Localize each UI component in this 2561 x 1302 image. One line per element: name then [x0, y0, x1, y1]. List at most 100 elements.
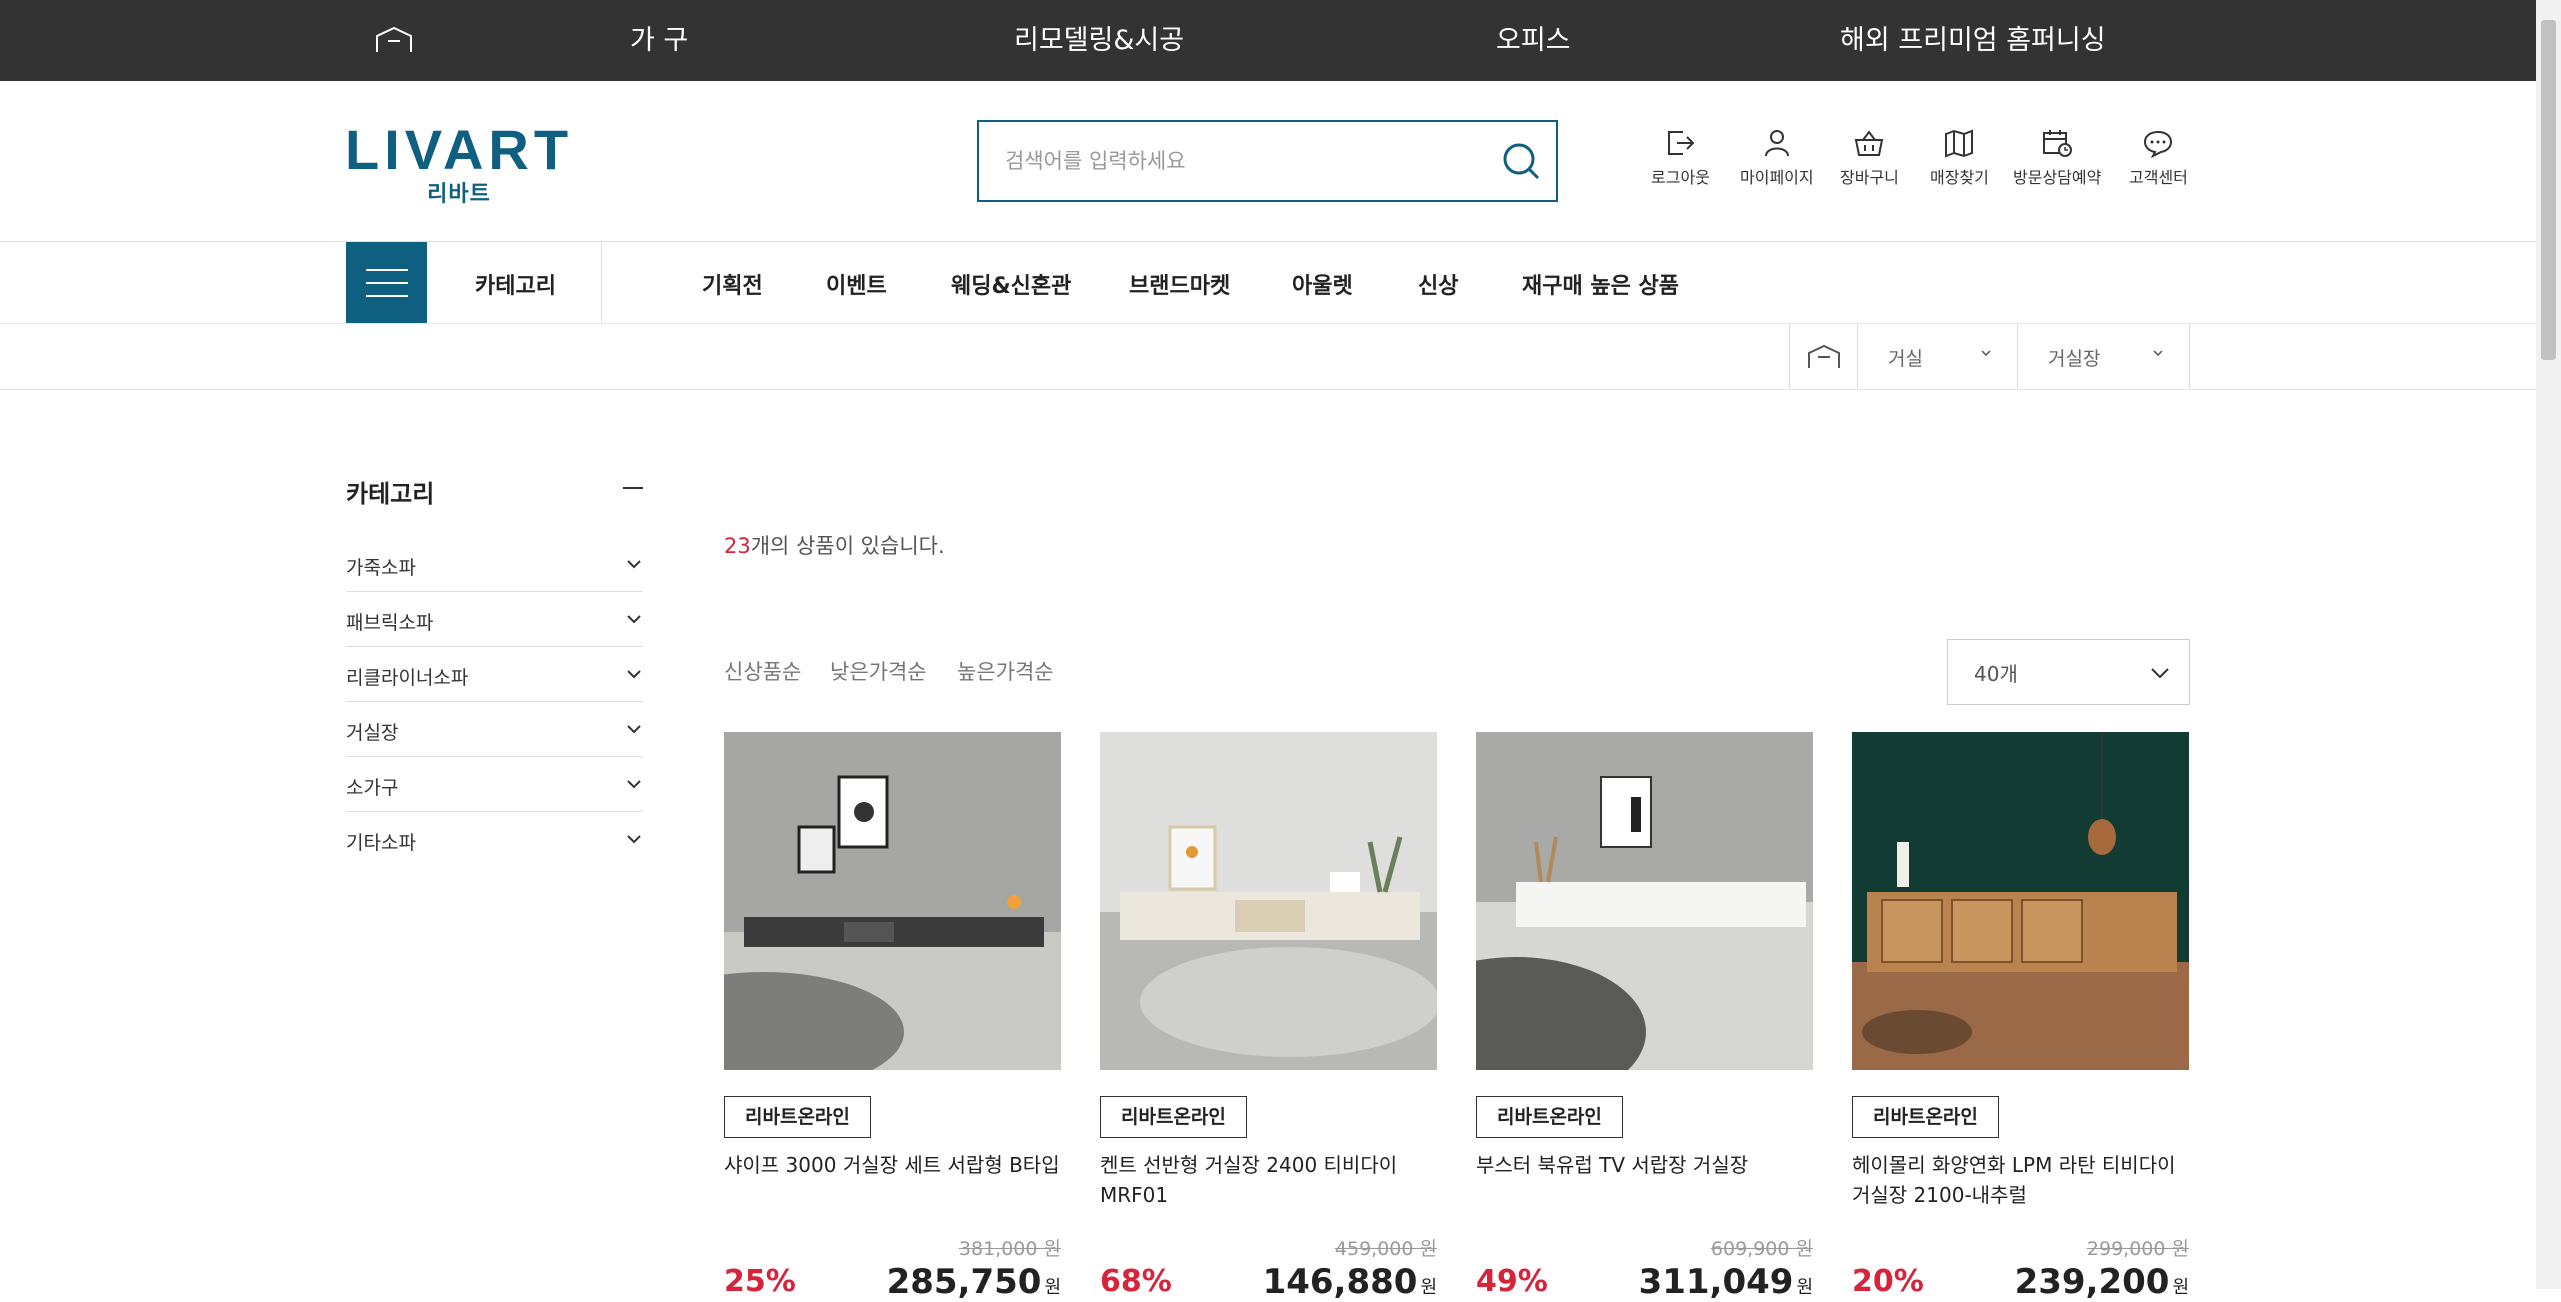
collapse-icon[interactable]: [623, 487, 643, 489]
logo-wordmark: LIVART: [345, 118, 574, 181]
home-icon: [1808, 344, 1840, 368]
product-name[interactable]: 켄트 선반형 거실장 2400 티비다이 MRF01: [1100, 1150, 1437, 1210]
nav-item-brand-market[interactable]: 브랜드마켓: [1129, 268, 1230, 300]
sidebar-item-label: 거실장: [346, 722, 399, 744]
user-icon: [1764, 130, 1789, 157]
sidebar-item-living-cabinet[interactable]: 거실장: [346, 702, 643, 757]
chevron-down-icon: [627, 835, 641, 844]
breadcrumb-level2-label: 거실장: [2048, 348, 2101, 370]
currency-unit: 원: [2172, 1277, 2189, 1298]
map-icon: [1945, 129, 1974, 158]
top-nav-premium[interactable]: 해외 프리미엄 홈퍼니싱: [1840, 18, 2106, 57]
breadcrumb-level1[interactable]: 거실: [1857, 324, 2017, 389]
sidebar-item-leather-sofa[interactable]: 가죽소파: [346, 537, 643, 592]
sale-price-value: 239,200: [2014, 1262, 2170, 1302]
product-image[interactable]: [1476, 732, 1813, 1070]
original-price: 609,900 원: [1710, 1238, 1813, 1260]
discount-rate: 68%: [1100, 1264, 1172, 1299]
per-page-value: 40개: [1974, 662, 2018, 686]
nav-item-exhibition[interactable]: 기획전: [702, 268, 763, 300]
chevron-down-icon: [2151, 668, 2169, 679]
product-name[interactable]: 샤이프 3000 거실장 세트 서랍형 B타입: [724, 1150, 1061, 1180]
home-icon[interactable]: [374, 24, 414, 54]
top-bar: 가 구 리모델링&시공 오피스 해외 프리미엄 홈퍼니싱: [0, 0, 2536, 81]
nav-item-new[interactable]: 신상: [1418, 268, 1458, 300]
store-finder-button[interactable]: 매장찾기: [1930, 128, 1989, 188]
visit-booking-label: 방문상담예약: [2013, 168, 2102, 187]
discount-rate: 49%: [1476, 1264, 1548, 1299]
currency-unit: 원: [1044, 1277, 1061, 1298]
sale-price-value: 311,049: [1638, 1262, 1794, 1302]
all-menu-button[interactable]: [346, 242, 427, 323]
basket-icon: [1855, 130, 1884, 156]
sidebar-item-label: 가죽소파: [346, 557, 416, 579]
sort-newest[interactable]: 신상품순: [724, 656, 801, 686]
search-icon[interactable]: [1500, 140, 1542, 182]
sidebar-item-small-furniture[interactable]: 소가구: [346, 757, 643, 812]
sidebar-item-label: 패브릭소파: [346, 612, 434, 634]
sidebar-title: 카테고리: [346, 480, 435, 508]
logout-button[interactable]: 로그아웃: [1651, 128, 1710, 188]
breadcrumb-level1-label: 거실: [1888, 348, 1923, 370]
discount-rate: 20%: [1852, 1264, 1924, 1299]
product-name[interactable]: 헤이몰리 화양연화 LPM 라탄 티비다이 거실장 2100-내추럴: [1852, 1150, 2189, 1210]
cart-label: 장바구니: [1840, 168, 1899, 187]
chevron-down-icon: [627, 615, 641, 624]
top-nav-office[interactable]: 오피스: [1496, 18, 1571, 57]
sale-price-value: 146,880: [1262, 1262, 1418, 1302]
top-nav-remodeling[interactable]: 리모델링&시공: [1014, 18, 1184, 57]
seller-badge: 리바트온라인: [1100, 1096, 1247, 1138]
sort-low-price[interactable]: 낮은가격순: [830, 656, 927, 686]
sale-price: 285,750 원: [887, 1262, 1061, 1302]
mypage-button[interactable]: 마이페이지: [1740, 128, 1814, 188]
per-page-select[interactable]: 40개: [1947, 639, 2190, 705]
seller-badge: 리바트온라인: [1852, 1096, 1999, 1138]
product-image[interactable]: [1100, 732, 1437, 1070]
sidebar-item-other-sofa[interactable]: 기타소파: [346, 812, 643, 867]
breadcrumb-level2[interactable]: 거실장: [2017, 324, 2190, 389]
nav-item-outlet[interactable]: 아울렛: [1292, 268, 1353, 300]
visit-booking-button[interactable]: 방문상담예약: [2013, 128, 2101, 188]
result-count-number: 23: [724, 534, 751, 558]
product-name[interactable]: 부스터 북유럽 TV 서랍장 거실장: [1476, 1150, 1813, 1180]
top-nav-furniture[interactable]: 가 구: [630, 18, 688, 57]
scrollbar-thumb[interactable]: [2541, 20, 2556, 360]
mypage-label: 마이페이지: [1740, 168, 1814, 187]
customer-center-label: 고객센터: [2129, 168, 2188, 187]
chevron-down-icon: [2153, 350, 2163, 357]
sale-price: 146,880 원: [1263, 1262, 1437, 1302]
product-card[interactable]: 리바트온라인 부스터 북유럽 TV 서랍장 거실장 609,900 원 49% …: [1476, 732, 1813, 1302]
chevron-down-icon: [627, 725, 641, 734]
product-card[interactable]: 리바트온라인 켄트 선반형 거실장 2400 티비다이 MRF01 459,00…: [1100, 732, 1437, 1302]
nav-separator: [601, 242, 602, 323]
product-image[interactable]: [724, 732, 1061, 1070]
livart-logo[interactable]: LIVART 리바트: [345, 122, 573, 208]
result-count: 23개의 상품이 있습니다.: [724, 530, 945, 560]
original-price: 459,000 원: [1334, 1238, 1437, 1260]
sort-high-price[interactable]: 높은가격순: [957, 656, 1054, 686]
sidebar-item-fabric-sofa[interactable]: 패브릭소파: [346, 592, 643, 647]
sale-price: 311,049 원: [1639, 1262, 1813, 1302]
logout-icon: [1668, 131, 1695, 155]
seller-badge: 리바트온라인: [724, 1096, 871, 1138]
sidebar-item-recliner-sofa[interactable]: 리클라이너소파: [346, 647, 643, 702]
sale-price: 239,200 원: [2015, 1262, 2189, 1302]
discount-rate: 25%: [724, 1264, 796, 1299]
product-image[interactable]: [1852, 732, 2189, 1070]
store-finder-label: 매장찾기: [1930, 168, 1989, 187]
category-label[interactable]: 카테고리: [475, 268, 556, 300]
chevron-down-icon: [627, 560, 641, 569]
seller-badge: 리바트온라인: [1476, 1096, 1623, 1138]
breadcrumb-home[interactable]: [1789, 324, 1857, 389]
nav-item-wedding[interactable]: 웨딩&신혼관: [951, 268, 1071, 300]
nav-item-event[interactable]: 이벤트: [826, 268, 887, 300]
calendar-clock-icon: [2043, 130, 2073, 157]
search-box: [977, 120, 1558, 202]
cart-button[interactable]: 장바구니: [1840, 128, 1899, 188]
product-card[interactable]: 리바트온라인 샤이프 3000 거실장 세트 서랍형 B타입 381,000 원…: [724, 732, 1061, 1302]
search-input[interactable]: [1005, 122, 1465, 200]
chevron-down-icon: [627, 670, 641, 679]
nav-item-repurchase[interactable]: 재구매 높은 상품: [1522, 268, 1679, 300]
product-card[interactable]: 리바트온라인 헤이몰리 화양연화 LPM 라탄 티비다이 거실장 2100-내추…: [1852, 732, 2189, 1302]
customer-center-button[interactable]: 고객센터: [2129, 128, 2188, 188]
